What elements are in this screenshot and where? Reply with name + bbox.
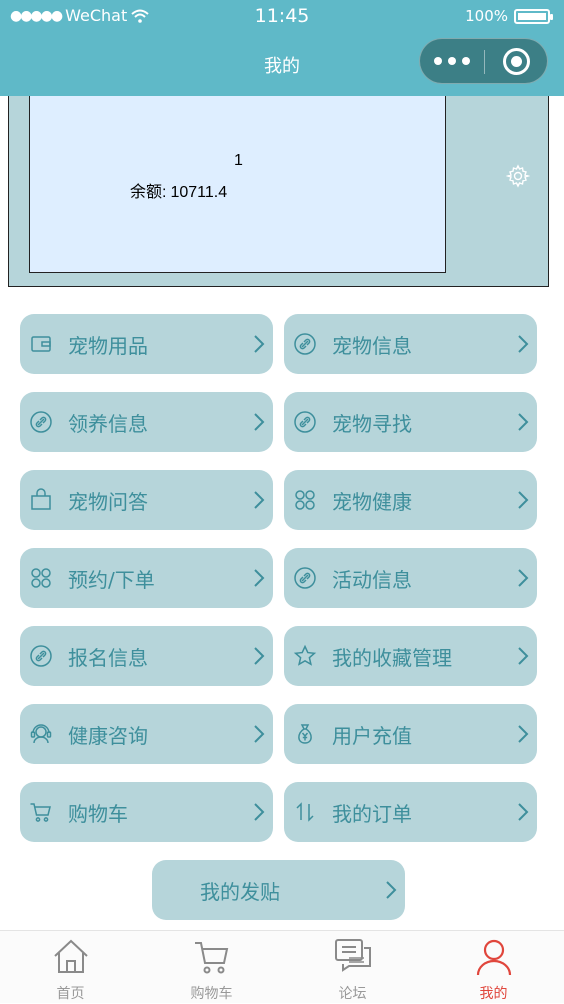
menu-item-booking-order[interactable]: 预约/下单 [20,548,273,608]
chevron-right-icon [254,413,265,431]
tab-bar: 首页 购物车 论坛 我的 [0,930,564,1003]
link-icon [30,411,52,433]
cart-icon [30,803,51,822]
battery-icon [514,8,553,24]
chevron-right-icon [254,335,265,353]
chevron-right-icon [254,491,265,509]
cart-icon [194,942,228,974]
menu-item-label: 用户充值 [332,724,412,748]
tab-cart[interactable]: 购物车 [141,931,282,1004]
menu-item-label: 我的订单 [332,802,412,826]
menu-item-label: 宠物问答 [68,490,148,514]
my-posts-button[interactable]: 我的发贴 [152,860,405,920]
home-icon [53,939,88,973]
menu-item-adoption-info[interactable]: 领养信息 [20,392,273,452]
chevron-right-icon [254,725,265,743]
tab-forum[interactable]: 论坛 [282,931,423,1004]
menu-item-label: 预约/下单 [68,568,155,592]
balance-label: 余额: [130,184,167,201]
user-info-card: 1 余额: 10711.4 [29,96,446,273]
chevron-right-icon [518,725,529,743]
menu-item-label: 宠物用品 [68,334,148,358]
menu-item-label: 购物车 [68,802,128,826]
money-bag-icon [298,724,312,744]
menu-item-pet-health[interactable]: 宠物健康 [284,470,537,530]
menu-item-shopping-cart[interactable]: 购物车 [20,782,273,842]
chevron-right-icon [254,569,265,587]
chevron-right-icon [518,803,529,821]
menu-item-user-recharge[interactable]: 用户充值 [284,704,537,764]
menu-item-label: 领养信息 [68,412,148,436]
battery-indicator: 100% [465,7,553,25]
nav-bar: 我的 [0,34,564,96]
more-menu-icon[interactable] [432,51,474,71]
chevron-right-icon [386,881,397,899]
battery-percent: 100% [465,7,508,25]
sort-icon [296,802,314,822]
chevron-right-icon [518,413,529,431]
user-header: 1 余额: 10711.4 [8,96,549,287]
close-mini-program-icon[interactable] [503,48,530,75]
menu-item-label: 宠物信息 [332,334,412,358]
balance-value: 10711.4 [170,184,228,201]
grid-icon [31,568,51,588]
bag-icon [31,488,51,510]
headset-icon [30,724,52,744]
mini-program-capsule [419,38,548,84]
gear-icon[interactable] [506,164,530,188]
balance-row: 余额: 10711.4 [130,178,227,202]
chevron-right-icon [518,569,529,587]
chevron-right-icon [518,647,529,665]
my-posts-label: 我的发贴 [200,880,280,904]
menu-item-pet-search[interactable]: 宠物寻找 [284,392,537,452]
chevron-right-icon [518,491,529,509]
wallet-icon [31,336,51,352]
menu-item-label: 活动信息 [332,568,412,592]
menu-item-health-consult[interactable]: 健康咨询 [20,704,273,764]
link-icon [294,411,316,433]
link-icon [294,333,316,355]
link-icon [294,567,316,589]
menu-item-activity-info[interactable]: 活动信息 [284,548,537,608]
menu-item-pet-supplies[interactable]: 宠物用品 [20,314,273,374]
menu-item-label: 健康咨询 [68,724,148,748]
tab-forum-label: 论坛 [338,986,367,1002]
link-icon [30,645,52,667]
chevron-right-icon [254,803,265,821]
grid-icon [295,490,315,510]
tab-home[interactable]: 首页 [0,931,141,1004]
menu-item-signup-info[interactable]: 报名信息 [20,626,273,686]
chat-icon [334,939,371,972]
username: 1 [234,152,243,169]
menu-item-label: 宠物健康 [332,490,412,514]
menu-item-pet-qa[interactable]: 宠物问答 [20,470,273,530]
capsule-divider [484,50,485,74]
status-bar: ●●●●● WeChat 11:45 100% [0,0,564,34]
menu-item-my-orders[interactable]: 我的订单 [284,782,537,842]
menu-item-pet-info[interactable]: 宠物信息 [284,314,537,374]
tab-mine[interactable]: 我的 [423,931,564,1004]
menu-item-my-favorites[interactable]: 我的收藏管理 [284,626,537,686]
user-icon [476,939,511,976]
tab-home-label: 首页 [56,986,85,1002]
star-icon [293,644,317,666]
menu-item-label: 报名信息 [68,646,148,670]
menu-item-label: 宠物寻找 [332,412,412,436]
tab-cart-label: 购物车 [190,986,233,1002]
tab-mine-label: 我的 [479,986,508,1002]
chevron-right-icon [254,647,265,665]
menu-item-label: 我的收藏管理 [332,646,452,670]
chevron-right-icon [518,335,529,353]
